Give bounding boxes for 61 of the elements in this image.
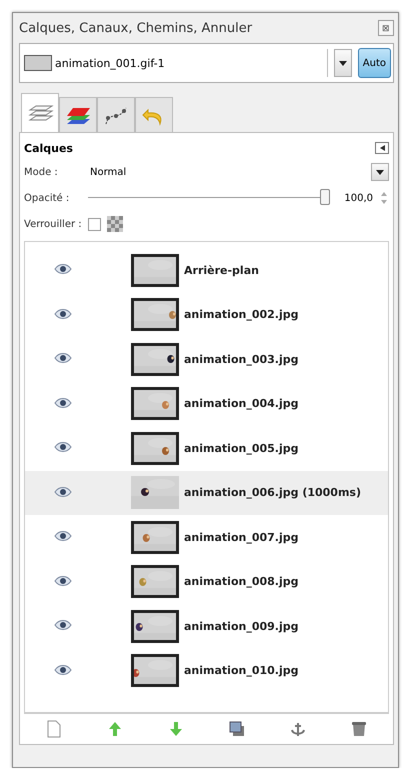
panel-title: Calques — [24, 142, 73, 154]
eye-icon — [54, 308, 72, 320]
arrow-down-icon — [169, 721, 184, 737]
layer-row[interactable]: animation_009.jpg — [25, 604, 388, 648]
eye-icon — [54, 396, 72, 409]
layer-row[interactable]: animation_004.jpg — [25, 382, 388, 426]
eye-icon — [54, 664, 72, 676]
arrow-up-icon — [108, 721, 122, 737]
panel-menu-button[interactable] — [375, 142, 389, 154]
layer-row[interactable]: animation_010.jpg — [25, 648, 388, 693]
tab[interactable] — [21, 93, 59, 133]
lock-label: Verrouiller : — [24, 218, 82, 230]
mode-label: Mode : — [24, 166, 59, 178]
tab[interactable] — [97, 97, 135, 133]
duplicate-layer-button[interactable] — [226, 719, 247, 739]
layer-name: animation_003.jpg — [184, 352, 298, 366]
layer-name: animation_004.jpg — [184, 397, 298, 410]
layer-name: animation_005.jpg — [184, 442, 298, 455]
image-name: animation_001.gif-1 — [55, 56, 166, 70]
mode-dropdown-button[interactable] — [371, 163, 389, 181]
mode-value[interactable]: Normal — [90, 166, 126, 178]
auto-button[interactable]: Auto — [358, 48, 391, 78]
lock-checkbox[interactable] — [88, 218, 101, 230]
opacity-label: Opacité : — [24, 192, 70, 204]
layer-row[interactable]: animation_007.jpg — [25, 515, 388, 560]
slider-thumb[interactable] — [320, 189, 330, 205]
trash-icon — [352, 721, 366, 737]
image-thumbnail — [24, 55, 52, 71]
layer-name: animation_008.jpg — [184, 575, 298, 588]
anchor-icon — [290, 721, 306, 737]
window-title: Calques, Canaux, Chemins, Annuler — [19, 20, 252, 36]
layer-row[interactable]: animation_003.jpg — [25, 337, 388, 382]
checker-icon[interactable] — [106, 216, 123, 232]
collapse-icon — [380, 145, 384, 151]
caret-icon — [338, 60, 347, 66]
layer-name: animation_002.jpg — [184, 308, 298, 322]
layer-row[interactable]: animation_006.jpg (1000ms) — [25, 470, 388, 515]
layer-name: animation_006.jpg (1000ms) — [184, 486, 361, 500]
layer-row[interactable]: animation_005.jpg — [25, 426, 388, 470]
image-dropdown[interactable]: animation_001.gif-1 — [24, 49, 328, 77]
eye-icon — [54, 263, 72, 276]
layer-name: animation_010.jpg — [184, 664, 298, 678]
layer-name: animation_009.jpg — [184, 620, 298, 633]
eye-icon — [54, 441, 72, 454]
eye-icon — [54, 574, 72, 587]
dropdown-button[interactable] — [334, 49, 352, 77]
close-button[interactable]: ⊠ — [378, 20, 394, 36]
layer-name: Arrière-plan — [184, 264, 259, 277]
duplicate-icon — [228, 721, 245, 737]
layer-name: animation_007.jpg — [184, 530, 298, 544]
layer-row[interactable]: animation_008.jpg — [25, 560, 388, 604]
eye-icon — [54, 619, 72, 632]
eye-icon — [54, 352, 72, 364]
eye-icon — [54, 530, 72, 542]
caret-icon — [376, 170, 384, 174]
layer-row[interactable]: animation_002.jpg — [25, 292, 388, 337]
eye-icon — [54, 486, 72, 498]
layer-row[interactable]: Arrière-plan — [25, 248, 388, 292]
new-document-icon — [47, 720, 62, 738]
opacity-value: 100,0 — [344, 192, 373, 204]
tab[interactable] — [59, 97, 97, 133]
